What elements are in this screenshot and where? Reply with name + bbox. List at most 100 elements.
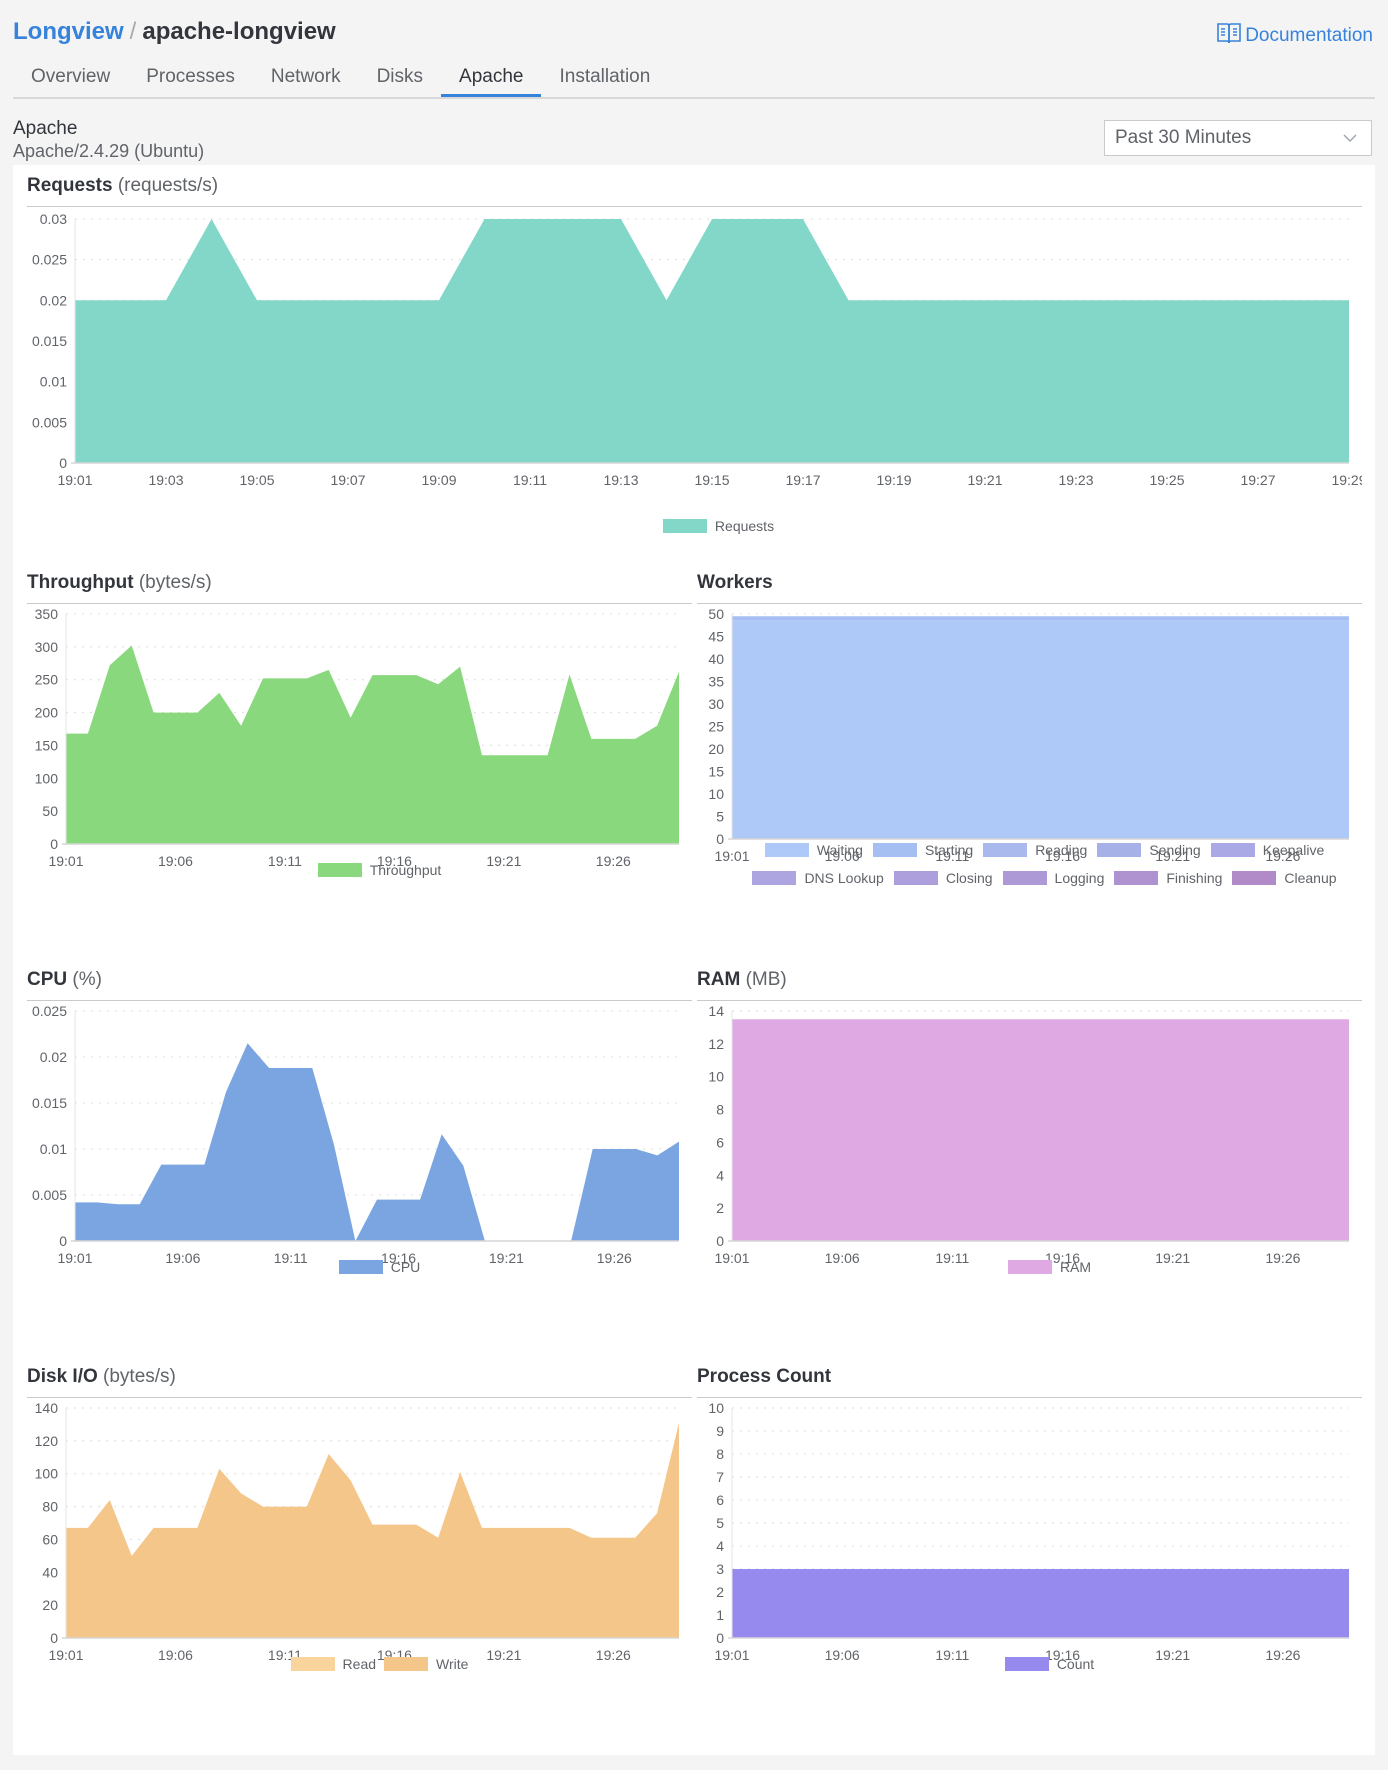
tab-overview[interactable]: Overview: [13, 60, 128, 95]
y-tick-label: 10: [708, 786, 724, 802]
y-tick-label: 10: [708, 1069, 724, 1085]
legend-swatch: [1097, 843, 1142, 857]
legend-swatch: [1114, 871, 1159, 885]
y-tick-label: 14: [708, 1003, 724, 1019]
legend-swatch: [1007, 1260, 1052, 1274]
chart-title: Disk I/O (bytes/s): [27, 1366, 176, 1388]
area-waiting: [732, 620, 1349, 839]
book-open-icon: [1216, 20, 1242, 52]
y-tick-label: 20: [708, 741, 724, 757]
legend-item-closing[interactable]: Closing: [893, 870, 993, 886]
x-tick-label: 19:17: [785, 472, 820, 488]
y-tick-label: 0: [59, 455, 67, 471]
legend-item-throughput[interactable]: Throughput: [317, 862, 441, 878]
tab-processes[interactable]: Processes: [128, 60, 253, 95]
title-divider: [697, 1000, 1362, 1001]
y-tick-label: 0.01: [40, 1141, 67, 1157]
legend-item-starting[interactable]: Starting: [872, 842, 974, 858]
tab-bar: Overview Processes Network Disks Apache …: [13, 60, 1375, 99]
title-divider: [27, 206, 1362, 207]
tab-apache[interactable]: Apache: [441, 60, 542, 97]
area-starting: [732, 616, 1349, 621]
chart-legend: Waiting Starting Reading Sending Keepalive DN…: [727, 842, 1362, 886]
cpu-chart: CPU (%) 0 0.005 0.01 0.015 0.02 0.025 19:01 19:…: [27, 969, 692, 1349]
y-tick-label: 1: [716, 1607, 724, 1623]
legend-swatch: [1002, 871, 1047, 885]
y-tick-label: 140: [35, 1400, 59, 1416]
y-tick-label: 0.005: [32, 414, 67, 430]
legend-label: Starting: [924, 842, 974, 858]
legend-swatch: [764, 843, 809, 857]
legend-label: CPU: [390, 1259, 421, 1275]
breadcrumb-root-link[interactable]: Longview: [13, 18, 124, 45]
legend-label: RAM: [1059, 1259, 1092, 1275]
legend-item-write[interactable]: Write: [384, 1656, 468, 1672]
legend-item-keepalive[interactable]: Keepalive: [1210, 842, 1325, 858]
x-tick-label: 19:05: [239, 472, 274, 488]
x-tick-label: 19:09: [421, 472, 456, 488]
legend-label: Waiting: [816, 842, 863, 858]
legend-item-cleanup[interactable]: Cleanup: [1232, 870, 1337, 886]
y-tick-label: 0: [716, 831, 724, 847]
y-tick-label: 250: [35, 672, 59, 688]
y-tick-label: 25: [708, 719, 724, 735]
legend-item-sending[interactable]: Sending: [1097, 842, 1201, 858]
y-tick-label: 7: [716, 1469, 724, 1485]
tab-network[interactable]: Network: [253, 60, 359, 95]
cpu-plot: 00.0050.010.0150.020.02519:01 19:06 19:11 1…: [32, 1003, 679, 1266]
documentation-link[interactable]: Documentation: [1216, 20, 1373, 52]
y-tick-label: 50: [708, 606, 724, 622]
y-tick-label: 120: [35, 1433, 59, 1449]
y-tick-label: 0.02: [40, 1049, 67, 1065]
app-version: Apache/2.4.29 (Ubuntu): [13, 141, 205, 161]
page-header: Longview / apache-longview Documentation: [13, 14, 1375, 54]
time-range-value: Past 30 Minutes: [1115, 127, 1252, 148]
y-tick-label: 50: [42, 803, 58, 819]
y-tick-label: 0.025: [32, 1003, 67, 1019]
y-tick-label: 350: [35, 606, 59, 622]
chart-title-unit: (requests/s): [117, 175, 219, 196]
chart-title-unit: (%): [72, 969, 102, 990]
y-tick-label: 8: [716, 1446, 724, 1462]
legend-swatch: [893, 871, 938, 885]
legend-item-count[interactable]: Count: [1004, 1656, 1094, 1672]
legend-label: Requests: [714, 518, 775, 534]
legend-item-ram[interactable]: RAM: [1007, 1259, 1092, 1275]
chart-legend: CPU: [67, 1259, 692, 1275]
time-range-select[interactable]: Past 30 Minutes: [1104, 120, 1372, 156]
y-tick-label: 0: [716, 1233, 724, 1249]
legend-item-dns-lookup[interactable]: DNS Lookup: [752, 870, 884, 886]
x-tick-label: 19:23: [1058, 472, 1093, 488]
y-tick-label: 6: [716, 1492, 724, 1508]
legend-item-requests[interactable]: Requests: [662, 518, 775, 534]
y-tick-label: 40: [42, 1564, 58, 1580]
legend-label: Read: [342, 1656, 377, 1672]
legend-swatch: [290, 1657, 335, 1671]
tab-installation[interactable]: Installation: [541, 60, 668, 95]
legend-label: Keepalive: [1262, 842, 1325, 858]
legend-item-cpu[interactable]: CPU: [338, 1259, 421, 1275]
legend-item-logging[interactable]: Logging: [1002, 870, 1104, 886]
legend-swatch: [1232, 871, 1277, 885]
legend-swatch: [1004, 1657, 1049, 1671]
y-tick-label: 100: [35, 1466, 59, 1482]
y-tick-label: 9: [716, 1423, 724, 1439]
tab-disks[interactable]: Disks: [359, 60, 441, 95]
legend-item-read[interactable]: Read: [290, 1656, 377, 1672]
x-tick-label: 19:13: [603, 472, 638, 488]
legend-item-finishing[interactable]: Finishing: [1114, 870, 1222, 886]
y-tick-label: 12: [708, 1036, 724, 1052]
legend-label: Closing: [945, 870, 993, 886]
app-info: Apache Apache/2.4.29 (Ubuntu): [13, 118, 204, 162]
x-tick-label: 19:07: [330, 472, 365, 488]
throughput-plot: 05010015020025030035019:01 19:06 19:11 19:1…: [35, 606, 679, 869]
y-tick-label: 0: [50, 836, 58, 852]
requests-chart: Requests (requests/s) 0 0.005 0.01 0.015 0.0…: [27, 175, 1362, 555]
legend-item-reading[interactable]: Reading: [983, 842, 1087, 858]
y-tick-label: 200: [35, 705, 59, 721]
chart-legend: Read Write: [67, 1656, 692, 1672]
y-tick-label: 3: [716, 1561, 724, 1577]
legend-item-waiting[interactable]: Waiting: [764, 842, 863, 858]
chart-title-text: Process Count: [697, 1366, 832, 1387]
title-divider: [697, 1397, 1362, 1398]
